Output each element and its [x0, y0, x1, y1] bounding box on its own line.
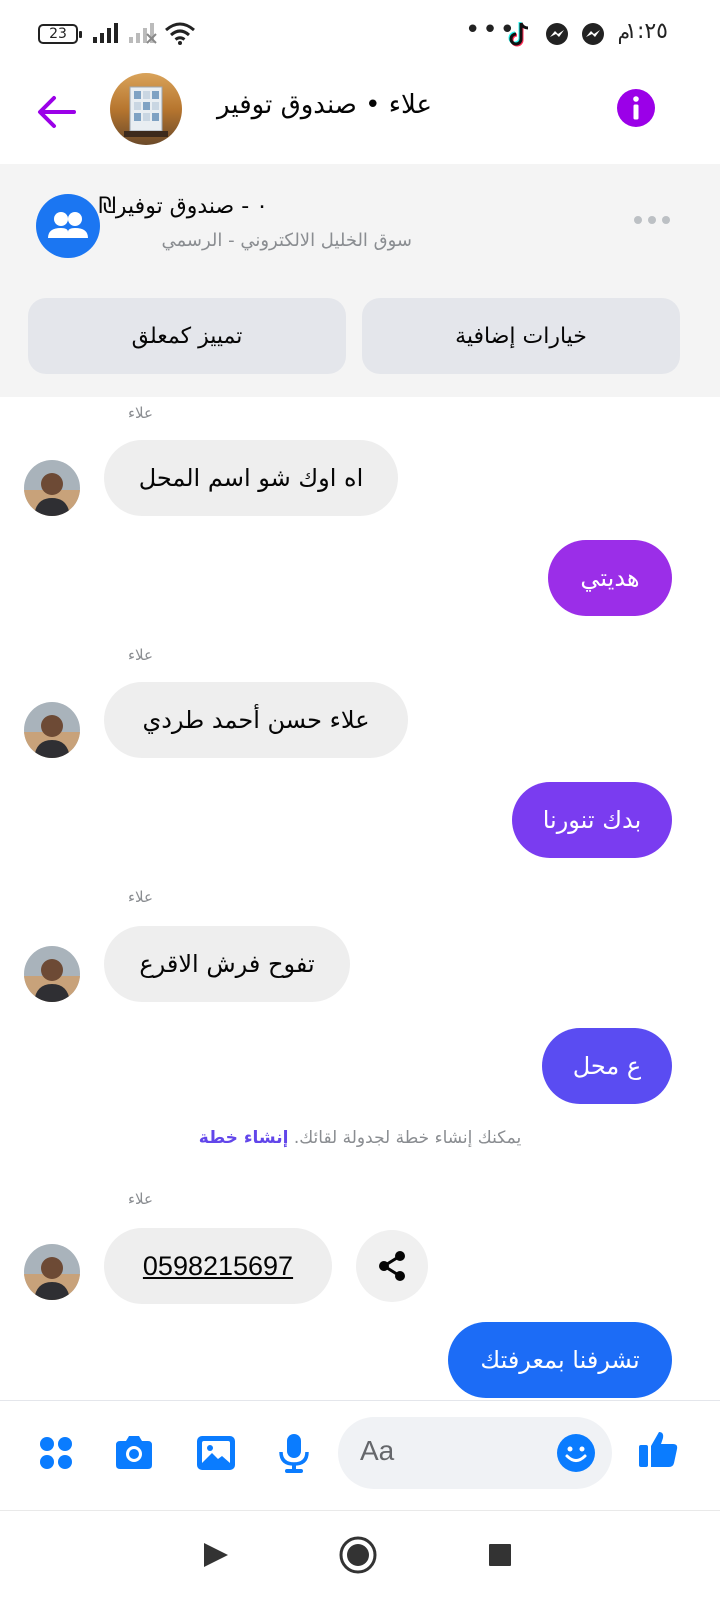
message-bubble-incoming[interactable]: تفوح فرش الاقرع — [104, 926, 350, 1002]
mark-pending-button[interactable]: تمييز كمعلق — [28, 298, 346, 374]
phone-number-link[interactable]: 0598215697 — [143, 1251, 293, 1282]
message-input-placeholder: Aa — [360, 1435, 395, 1466]
gallery-icon[interactable] — [194, 1431, 238, 1475]
clock: ١:٢٥ — [625, 19, 668, 44]
message-bubble-outgoing[interactable]: ع محل — [542, 1028, 672, 1104]
thumbs-up-icon[interactable] — [636, 1427, 680, 1471]
microphone-icon[interactable] — [272, 1431, 316, 1475]
conversation-header: علاء • صندوق توفير — [0, 70, 720, 164]
recents-square-icon[interactable] — [478, 1533, 522, 1577]
message-bubble-outgoing[interactable]: بدك تنورنا — [512, 782, 672, 858]
extra-options-button[interactable]: خيارات إضافية — [362, 298, 680, 374]
avatar[interactable] — [24, 1244, 80, 1300]
conversation-title[interactable]: علاء • صندوق توفير — [217, 90, 432, 120]
status-bar: 23 ••• م ١:٢٥ — [0, 0, 720, 70]
message-composer: Aa — [0, 1400, 720, 1510]
create-plan-link[interactable]: إنشاء خطة — [199, 1128, 289, 1148]
group-people-icon — [48, 212, 88, 238]
tiktok-icon — [508, 22, 529, 47]
battery-indicator: 23 — [38, 24, 82, 44]
emoji-icon[interactable] — [556, 1433, 596, 1473]
messenger-notification-icon-2 — [582, 23, 604, 45]
plan-prompt: يمكنك إنشاء خطة لجدولة لقائك. إنشاء خطة — [0, 1128, 720, 1148]
group-avatar[interactable] — [110, 73, 182, 145]
message-bubble-incoming[interactable]: اه اوك شو اسم المحل — [104, 440, 398, 516]
message-input[interactable]: Aa — [338, 1417, 612, 1489]
system-nav-bar — [0, 1510, 720, 1600]
sender-name: علاء — [128, 646, 153, 664]
group-subtitle: سوق الخليل الالكتروني - الرسمي — [161, 230, 412, 251]
group-icon-badge — [36, 194, 100, 258]
plan-prompt-text: يمكنك إنشاء خطة لجدولة لقائك. — [293, 1128, 522, 1148]
group-info-card: ₪٠ - صندوق توفير سوق الخليل الالكتروني -… — [0, 164, 720, 397]
signal-off-icon — [129, 23, 157, 44]
message-bubble-outgoing[interactable]: تشرفنا بمعرفتك — [448, 1322, 672, 1398]
more-horizontal-icon[interactable] — [632, 210, 672, 230]
phone-number-bubble[interactable]: 0598215697 — [104, 1228, 332, 1304]
arrow-left-icon[interactable] — [34, 90, 78, 134]
avatar[interactable] — [24, 946, 80, 1002]
share-icon — [379, 1251, 405, 1281]
wifi-icon — [165, 22, 195, 45]
signal-icon — [93, 23, 118, 43]
messenger-notification-icon — [546, 23, 568, 45]
avatar[interactable] — [24, 702, 80, 758]
back-triangle-icon[interactable] — [194, 1533, 238, 1577]
apps-icon[interactable] — [34, 1431, 78, 1475]
info-icon[interactable] — [616, 88, 656, 128]
group-name: ₪٠ - صندوق توفير — [98, 194, 268, 219]
sender-name: علاء — [128, 404, 153, 422]
avatar[interactable] — [24, 460, 80, 516]
sender-name: علاء — [128, 888, 153, 906]
camera-icon[interactable] — [112, 1431, 156, 1475]
home-circle-icon[interactable] — [336, 1533, 380, 1577]
share-button[interactable] — [356, 1230, 428, 1302]
message-bubble-outgoing[interactable]: هديتي — [548, 540, 672, 616]
sender-name: علاء — [128, 1190, 153, 1208]
message-bubble-incoming[interactable]: علاء حسن أحمد طردي — [104, 682, 408, 758]
